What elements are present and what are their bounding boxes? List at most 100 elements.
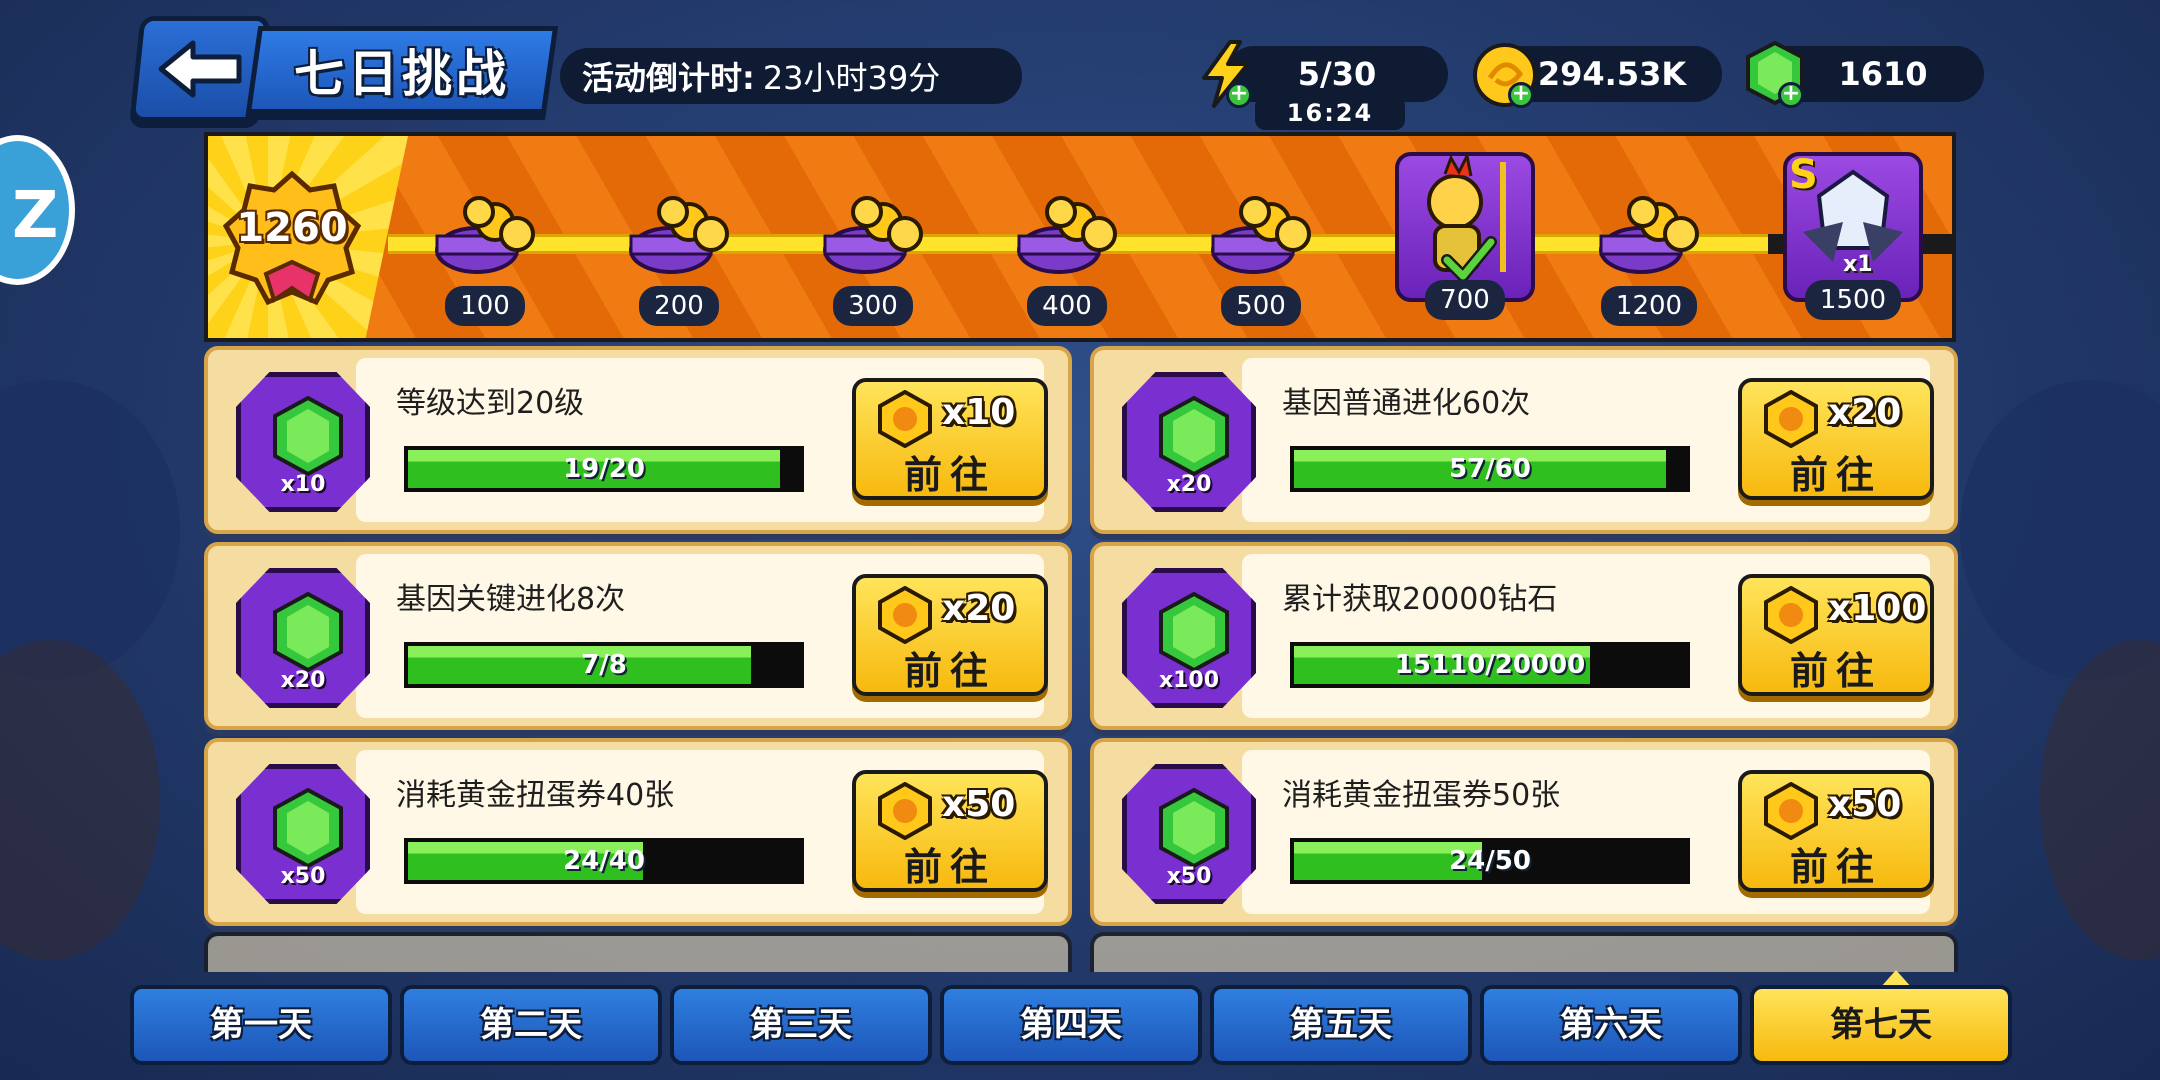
task-title: 累计获取20000钻石: [1282, 582, 1558, 617]
point-reward-amount: x10: [942, 392, 1016, 433]
background-bush: [2040, 640, 2160, 960]
milestone-label: 300: [833, 286, 913, 326]
reward-chest-icon: [1599, 196, 1699, 274]
milestone-6[interactable]: 700: [1395, 152, 1535, 320]
milestone-4[interactable]: 400: [1007, 172, 1127, 332]
go-button-label: 前往: [903, 649, 996, 693]
task-progress-text: 24/40: [563, 846, 645, 876]
gem-reward-count: x20: [280, 668, 326, 693]
energy-timer: 16:24: [1255, 96, 1405, 130]
go-button[interactable]: x20 前往: [852, 574, 1048, 696]
task-progress-bar: 24/50: [1290, 838, 1690, 884]
milestone-label: 200: [639, 286, 719, 326]
reward-count: x1: [1843, 252, 1873, 277]
task-card: x20 基因关键进化8次 7/8 x20 前往: [204, 542, 1072, 730]
go-button[interactable]: x50 前往: [852, 770, 1048, 892]
milestone-label: 100: [445, 286, 525, 326]
go-button-label: 前往: [1789, 453, 1882, 497]
green-gem-icon: [273, 591, 343, 673]
tab-day-6[interactable]: 第六天: [1480, 985, 1742, 1065]
gem-add-button[interactable]: +: [1778, 82, 1804, 108]
milestone-1[interactable]: 100: [425, 172, 545, 332]
gold-value: 294.53K: [1537, 55, 1687, 93]
task-card: x50 消耗黄金扭蛋券40张 24/40 x50 前往: [204, 738, 1072, 926]
gold-add-button[interactable]: +: [1508, 82, 1534, 108]
task-progress-bar: 19/20: [404, 446, 804, 492]
go-button-label: 前往: [903, 453, 996, 497]
tab-day-4[interactable]: 第四天: [940, 985, 1202, 1065]
tab-day-1[interactable]: 第一天: [130, 985, 392, 1065]
task-progress-text: 15110/20000: [1394, 650, 1586, 680]
task-card: x10 等级达到20级 19/20 x10 前往: [204, 346, 1072, 534]
task-progress-text: 19/20: [563, 454, 645, 484]
tab-day-5[interactable]: 第五天: [1210, 985, 1472, 1065]
green-gem-icon: [273, 787, 343, 869]
point-medal-icon: [878, 586, 932, 644]
reward-chest-icon: [1017, 196, 1117, 274]
point-reward-amount: x50: [1828, 784, 1902, 825]
point-medal-icon: [878, 390, 932, 448]
milestone-label: 500: [1221, 286, 1301, 326]
reward-chest-icon: [1211, 196, 1311, 274]
energy-add-button[interactable]: +: [1226, 82, 1252, 108]
task-progress-text: 24/50: [1449, 846, 1531, 876]
go-button-label: 前往: [1789, 845, 1882, 889]
milestone-2[interactable]: 200: [619, 172, 739, 332]
task-title: 消耗黄金扭蛋券50张: [1282, 778, 1561, 813]
gem-reward-count: x10: [280, 472, 326, 497]
side-float-glyph: Z: [12, 179, 59, 253]
milestone-5[interactable]: 500: [1201, 172, 1321, 332]
reward-chest-icon: [435, 196, 535, 274]
reward-chest-icon: [823, 196, 923, 274]
points-value: 1260: [236, 205, 348, 251]
page-title-plate: 七日挑战: [245, 26, 559, 114]
go-button-label: 前往: [1789, 649, 1882, 693]
rarity-badge: S: [1789, 152, 1818, 198]
event-countdown: 活动倒计时: 23小时39分: [560, 48, 1022, 104]
go-button[interactable]: x10 前往: [852, 378, 1048, 500]
background-blob: [0, 380, 180, 680]
tab-day-2[interactable]: 第二天: [400, 985, 662, 1065]
task-card: x100 累计获取20000钻石 15110/20000 x100 前往: [1090, 542, 1958, 730]
green-gem-icon: [1159, 591, 1229, 673]
green-gem-icon: [1159, 787, 1229, 869]
energy-value: 5/30: [1297, 55, 1377, 93]
green-gem-icon: [1159, 395, 1229, 477]
point-reward-amount: x100: [1828, 588, 1927, 629]
go-button[interactable]: x100 前往: [1738, 574, 1934, 696]
gem-reward-count: x50: [1166, 864, 1212, 889]
task-progress-bar: 7/8: [404, 642, 804, 688]
reward-chest-icon: [629, 196, 729, 274]
side-float-button[interactable]: Z: [0, 135, 75, 285]
milestone-3[interactable]: 300: [813, 172, 933, 332]
task-title: 基因关键进化8次: [396, 582, 626, 617]
gem-reward-count: x20: [1166, 472, 1212, 497]
task-progress-bar: 15110/20000: [1290, 642, 1690, 688]
task-card-partial: [204, 932, 1072, 972]
milestone-label: 1200: [1601, 286, 1697, 326]
point-medal-icon: [878, 782, 932, 840]
go-button[interactable]: x20 前往: [1738, 378, 1934, 500]
background-blob: [1960, 380, 2160, 680]
tab-day-7[interactable]: 第七天: [1750, 985, 2012, 1065]
milestone-7[interactable]: 1200: [1589, 172, 1709, 332]
point-medal-icon: [1764, 782, 1818, 840]
point-reward-amount: x50: [942, 784, 1016, 825]
point-medal-icon: [1764, 586, 1818, 644]
milestone-label: 1500: [1805, 280, 1901, 320]
task-card: x20 基因普通进化60次 57/60 x20 前往: [1090, 346, 1958, 534]
point-reward-amount: x20: [1828, 392, 1902, 433]
milestone-label: 400: [1027, 286, 1107, 326]
energy-counter: 5/30: [1226, 46, 1448, 102]
back-arrow-icon: [158, 40, 242, 98]
point-reward-amount: x20: [942, 588, 1016, 629]
go-button[interactable]: x50 前往: [1738, 770, 1934, 892]
countdown-value: 23小时39分: [762, 59, 941, 97]
background-bush: [0, 640, 160, 960]
milestone-8[interactable]: Sx1 1500: [1783, 152, 1923, 320]
green-gem-icon: [273, 395, 343, 477]
point-medal-icon: [1764, 390, 1818, 448]
countdown-label: 活动倒计时:: [582, 59, 755, 97]
tab-day-3[interactable]: 第三天: [670, 985, 932, 1065]
task-progress-text: 57/60: [1449, 454, 1531, 484]
